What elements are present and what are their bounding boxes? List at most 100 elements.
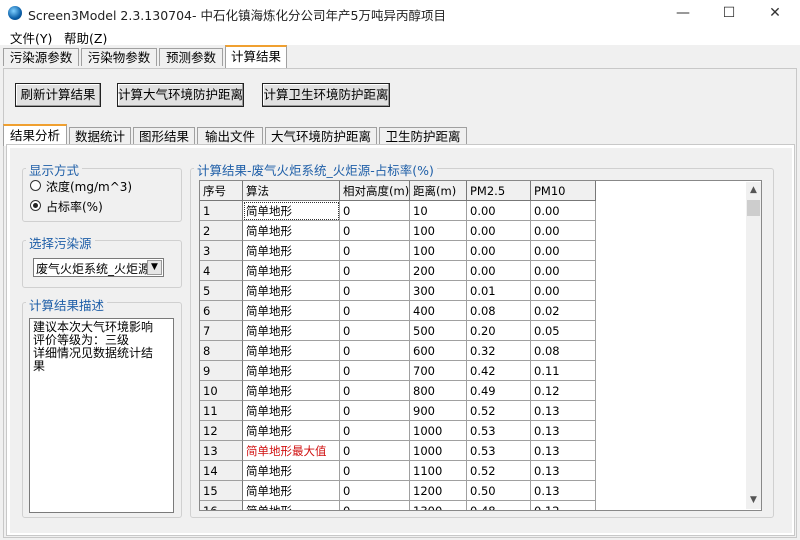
cell-algorithm[interactable]: 简单地形 — [243, 421, 340, 441]
cell-pm25[interactable]: 0.20 — [467, 321, 531, 341]
cell-algorithm[interactable]: 简单地形 — [243, 321, 340, 341]
subtab-health-distance[interactable]: 卫生防护距离 — [379, 127, 467, 145]
refresh-results-button[interactable]: 刷新计算结果 — [15, 83, 101, 107]
table-row[interactable]: 5 简单地形 0 300 0.01 0.00 — [200, 281, 596, 301]
cell-distance[interactable]: 100 — [410, 221, 467, 241]
cell-index[interactable]: 5 — [200, 281, 243, 301]
cell-index[interactable]: 1 — [200, 201, 243, 221]
cell-algorithm[interactable]: 简单地形 — [243, 301, 340, 321]
cell-relative-height[interactable]: 0 — [340, 221, 410, 241]
cell-relative-height[interactable]: 0 — [340, 381, 410, 401]
tab-prediction-params[interactable]: 预测参数 — [159, 48, 223, 66]
table-row[interactable]: 6 简单地形 0 400 0.08 0.02 — [200, 301, 596, 321]
cell-pm10[interactable]: 0.11 — [531, 361, 596, 381]
calc-atmos-distance-button[interactable]: 计算大气环境防护距离 — [117, 83, 244, 107]
cell-distance[interactable]: 1100 — [410, 461, 467, 481]
cell-pm25[interactable]: 0.52 — [467, 461, 531, 481]
cell-distance[interactable]: 900 — [410, 401, 467, 421]
cell-relative-height[interactable]: 0 — [340, 261, 410, 281]
cell-algorithm[interactable]: 简单地形 — [243, 341, 340, 361]
cell-relative-height[interactable]: 0 — [340, 501, 410, 510]
table-row[interactable]: 16 简单地形 0 1300 0.48 0.12 — [200, 501, 596, 510]
cell-distance[interactable]: 800 — [410, 381, 467, 401]
cell-pm25[interactable]: 0.32 — [467, 341, 531, 361]
cell-index[interactable]: 14 — [200, 461, 243, 481]
percentage-radio[interactable] — [30, 200, 41, 211]
description-textarea[interactable]: 建议本次大气环境影响 评价等级为：三级 详细情况见数据统计结 果 — [29, 318, 174, 513]
cell-pm25[interactable]: 0.01 — [467, 281, 531, 301]
cell-distance[interactable]: 200 — [410, 261, 467, 281]
cell-pm10[interactable]: 0.12 — [531, 501, 596, 510]
close-button[interactable]: ✕ — [752, 0, 798, 27]
cell-distance[interactable]: 1000 — [410, 441, 467, 461]
cell-relative-height[interactable]: 0 — [340, 281, 410, 301]
cell-pm25[interactable]: 0.52 — [467, 401, 531, 421]
cell-distance[interactable]: 10 — [410, 201, 467, 221]
cell-algorithm[interactable]: 简单地形 — [243, 461, 340, 481]
tab-pollutant-params[interactable]: 污染物参数 — [81, 48, 157, 66]
subtab-data-stats[interactable]: 数据统计 — [69, 127, 131, 145]
subtab-graph-results[interactable]: 图形结果 — [133, 127, 195, 145]
cell-pm10[interactable]: 0.00 — [531, 221, 596, 241]
cell-pm10[interactable]: 0.13 — [531, 421, 596, 441]
tab-pollution-source-params[interactable]: 污染源参数 — [3, 48, 79, 66]
table-row[interactable]: 4 简单地形 0 200 0.00 0.00 — [200, 261, 596, 281]
table-row[interactable]: 9 简单地形 0 700 0.42 0.11 — [200, 361, 596, 381]
cell-relative-height[interactable]: 0 — [340, 321, 410, 341]
cell-relative-height[interactable]: 0 — [340, 341, 410, 361]
cell-relative-height[interactable]: 0 — [340, 421, 410, 441]
cell-algorithm[interactable]: 简单地形 — [243, 401, 340, 421]
minimize-button[interactable]: — — [660, 0, 706, 27]
cell-pm25[interactable]: 0.00 — [467, 241, 531, 261]
table-row[interactable]: 13 简单地形最大值 0 1000 0.53 0.13 — [200, 441, 596, 461]
cell-pm25[interactable]: 0.08 — [467, 301, 531, 321]
cell-distance[interactable]: 300 — [410, 281, 467, 301]
cell-algorithm[interactable]: 简单地形 — [243, 501, 340, 510]
cell-pm25[interactable]: 0.00 — [467, 201, 531, 221]
cell-index[interactable]: 7 — [200, 321, 243, 341]
cell-pm10[interactable]: 0.02 — [531, 301, 596, 321]
cell-distance[interactable]: 500 — [410, 321, 467, 341]
cell-distance[interactable]: 700 — [410, 361, 467, 381]
table-row[interactable]: 8 简单地形 0 600 0.32 0.08 — [200, 341, 596, 361]
cell-pm10[interactable]: 0.13 — [531, 441, 596, 461]
cell-pm25[interactable]: 0.50 — [467, 481, 531, 501]
cell-pm25[interactable]: 0.48 — [467, 501, 531, 510]
cell-pm10[interactable]: 0.05 — [531, 321, 596, 341]
cell-pm10[interactable]: 0.12 — [531, 381, 596, 401]
cell-algorithm[interactable]: 简单地形 — [243, 481, 340, 501]
cell-index[interactable]: 12 — [200, 421, 243, 441]
col-header-distance[interactable]: 距离(m) — [410, 181, 467, 201]
cell-algorithm[interactable]: 简单地形 — [243, 281, 340, 301]
cell-relative-height[interactable]: 0 — [340, 481, 410, 501]
cell-pm25[interactable]: 0.53 — [467, 421, 531, 441]
cell-pm10[interactable]: 0.00 — [531, 261, 596, 281]
cell-pm10[interactable]: 0.00 — [531, 241, 596, 261]
cell-relative-height[interactable]: 0 — [340, 241, 410, 261]
grid-vertical-scrollbar[interactable] — [746, 182, 761, 509]
cell-index[interactable]: 9 — [200, 361, 243, 381]
table-row[interactable]: 14 简单地形 0 1100 0.52 0.13 — [200, 461, 596, 481]
col-header-index[interactable]: 序号 — [200, 181, 243, 201]
cell-pm25[interactable]: 0.42 — [467, 361, 531, 381]
cell-pm10[interactable]: 0.08 — [531, 341, 596, 361]
table-row[interactable]: 15 简单地形 0 1200 0.50 0.13 — [200, 481, 596, 501]
cell-distance[interactable]: 600 — [410, 341, 467, 361]
cell-distance[interactable]: 1000 — [410, 421, 467, 441]
maximize-button[interactable]: ☐ — [706, 0, 752, 27]
col-header-algorithm[interactable]: 算法 — [243, 181, 340, 201]
cell-algorithm[interactable]: 简单地形 — [243, 381, 340, 401]
subtab-atmos-distance[interactable]: 大气环境防护距离 — [265, 127, 377, 145]
cell-pm25[interactable]: 0.00 — [467, 261, 531, 281]
table-row[interactable]: 11 简单地形 0 900 0.52 0.13 — [200, 401, 596, 421]
col-header-pm25[interactable]: PM2.5 — [467, 181, 531, 201]
concentration-radio[interactable] — [30, 180, 41, 191]
cell-algorithm[interactable]: 简单地形 — [243, 261, 340, 281]
cell-pm10[interactable]: 0.00 — [531, 201, 596, 221]
cell-index[interactable]: 6 — [200, 301, 243, 321]
menu-help[interactable]: 帮助(Z) — [64, 28, 107, 47]
results-grid[interactable]: 序号 算法 相对高度(m) 距离(m) PM2.5 PM10 1 简单地形 0 10 0… — [199, 180, 762, 511]
cell-index[interactable]: 11 — [200, 401, 243, 421]
cell-algorithm[interactable]: 简单地形 — [243, 361, 340, 381]
cell-index[interactable]: 3 — [200, 241, 243, 261]
